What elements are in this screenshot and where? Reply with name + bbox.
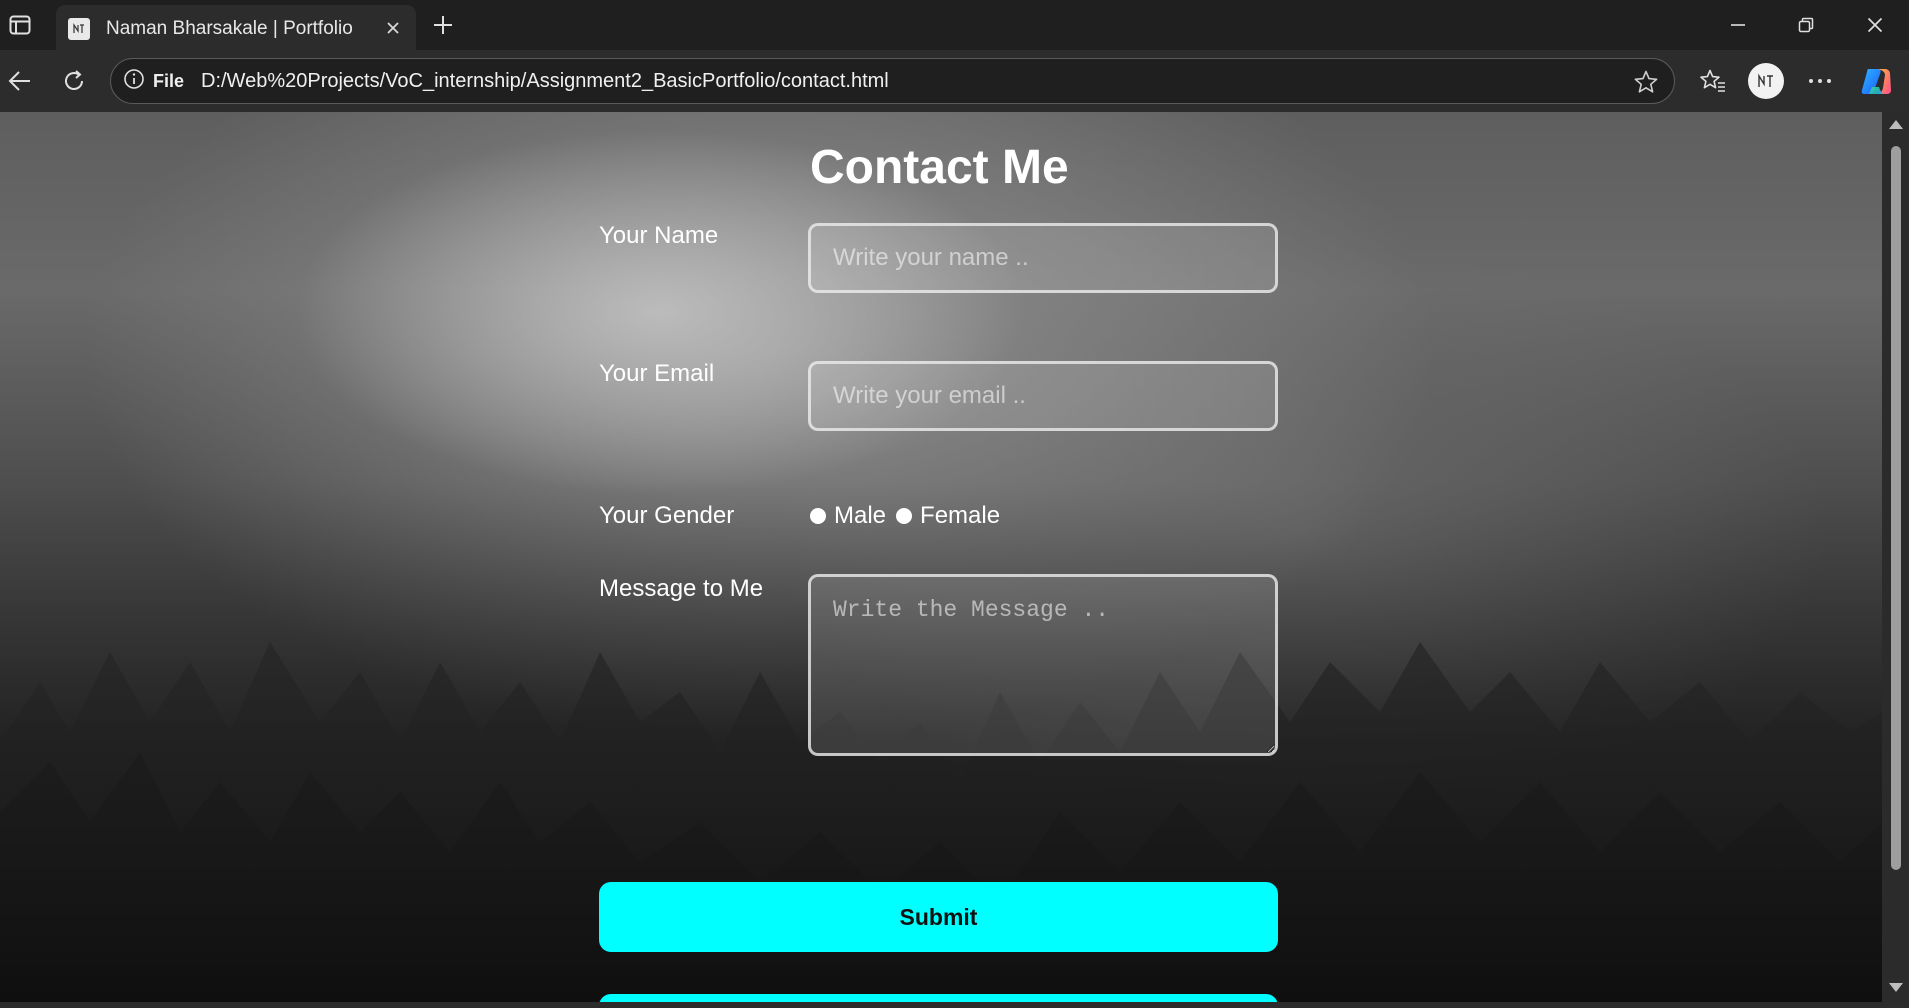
female-radio-label[interactable]: Female (920, 502, 1000, 530)
email-label: Your Email (599, 360, 715, 387)
restore-icon[interactable] (1784, 6, 1828, 44)
scroll-up-arrow-icon[interactable] (1889, 120, 1903, 129)
secondary-button-partial[interactable] (599, 994, 1278, 1002)
close-window-icon[interactable] (1853, 6, 1897, 44)
close-tab-icon[interactable] (382, 17, 404, 39)
submit-button[interactable]: Submit (599, 882, 1278, 952)
message-textarea[interactable] (808, 574, 1278, 756)
window-bottom-edge (0, 1002, 1909, 1008)
male-radio[interactable] (810, 508, 826, 524)
url-text[interactable]: D:/Web%20Projects/VoC_internship/Assignm… (201, 70, 889, 93)
site-info-label: File (153, 70, 185, 91)
star-icon[interactable] (1631, 67, 1661, 97)
browser-toolbar: File D:/Web%20Projects/VoC_internship/As… (0, 50, 1909, 112)
male-radio-label[interactable]: Male (834, 502, 886, 530)
tab-strip: Naman Bharsakale | Portfolio (0, 0, 1909, 50)
name-input[interactable] (808, 223, 1278, 293)
scrollbar-thumb[interactable] (1891, 146, 1901, 870)
site-favicon-icon (68, 18, 90, 40)
page-scrollbar[interactable] (1882, 112, 1909, 1002)
name-label: Your Name (599, 222, 719, 249)
new-tab-plus-icon[interactable] (428, 10, 458, 40)
gender-radio-group: Male Female (810, 500, 1010, 532)
profile-avatar-icon[interactable] (1748, 63, 1784, 99)
tab-actions-icon[interactable] (6, 12, 34, 38)
minimize-icon[interactable] (1716, 6, 1760, 44)
favorites-icon[interactable] (1695, 63, 1731, 99)
female-radio[interactable] (896, 508, 913, 524)
refresh-icon[interactable] (56, 63, 92, 99)
page-viewport: Contact Me Your Name Your Email Your Gen… (0, 112, 1882, 1002)
info-icon (123, 68, 145, 95)
scroll-down-arrow-icon[interactable] (1889, 983, 1903, 992)
back-arrow-icon[interactable] (2, 63, 38, 99)
page-title: Contact Me (810, 141, 1069, 194)
active-tab[interactable]: Naman Bharsakale | Portfolio (56, 5, 416, 50)
gender-label: Your Gender (599, 502, 735, 529)
site-info-button[interactable]: File (123, 68, 184, 94)
more-icon[interactable] (1802, 63, 1838, 99)
tab-title: Naman Bharsakale | Portfolio (106, 18, 353, 39)
message-label: Message to Me (599, 575, 764, 602)
copilot-icon[interactable] (1858, 63, 1894, 99)
email-input[interactable] (808, 361, 1278, 431)
address-bar[interactable]: File D:/Web%20Projects/VoC_internship/As… (110, 58, 1675, 104)
